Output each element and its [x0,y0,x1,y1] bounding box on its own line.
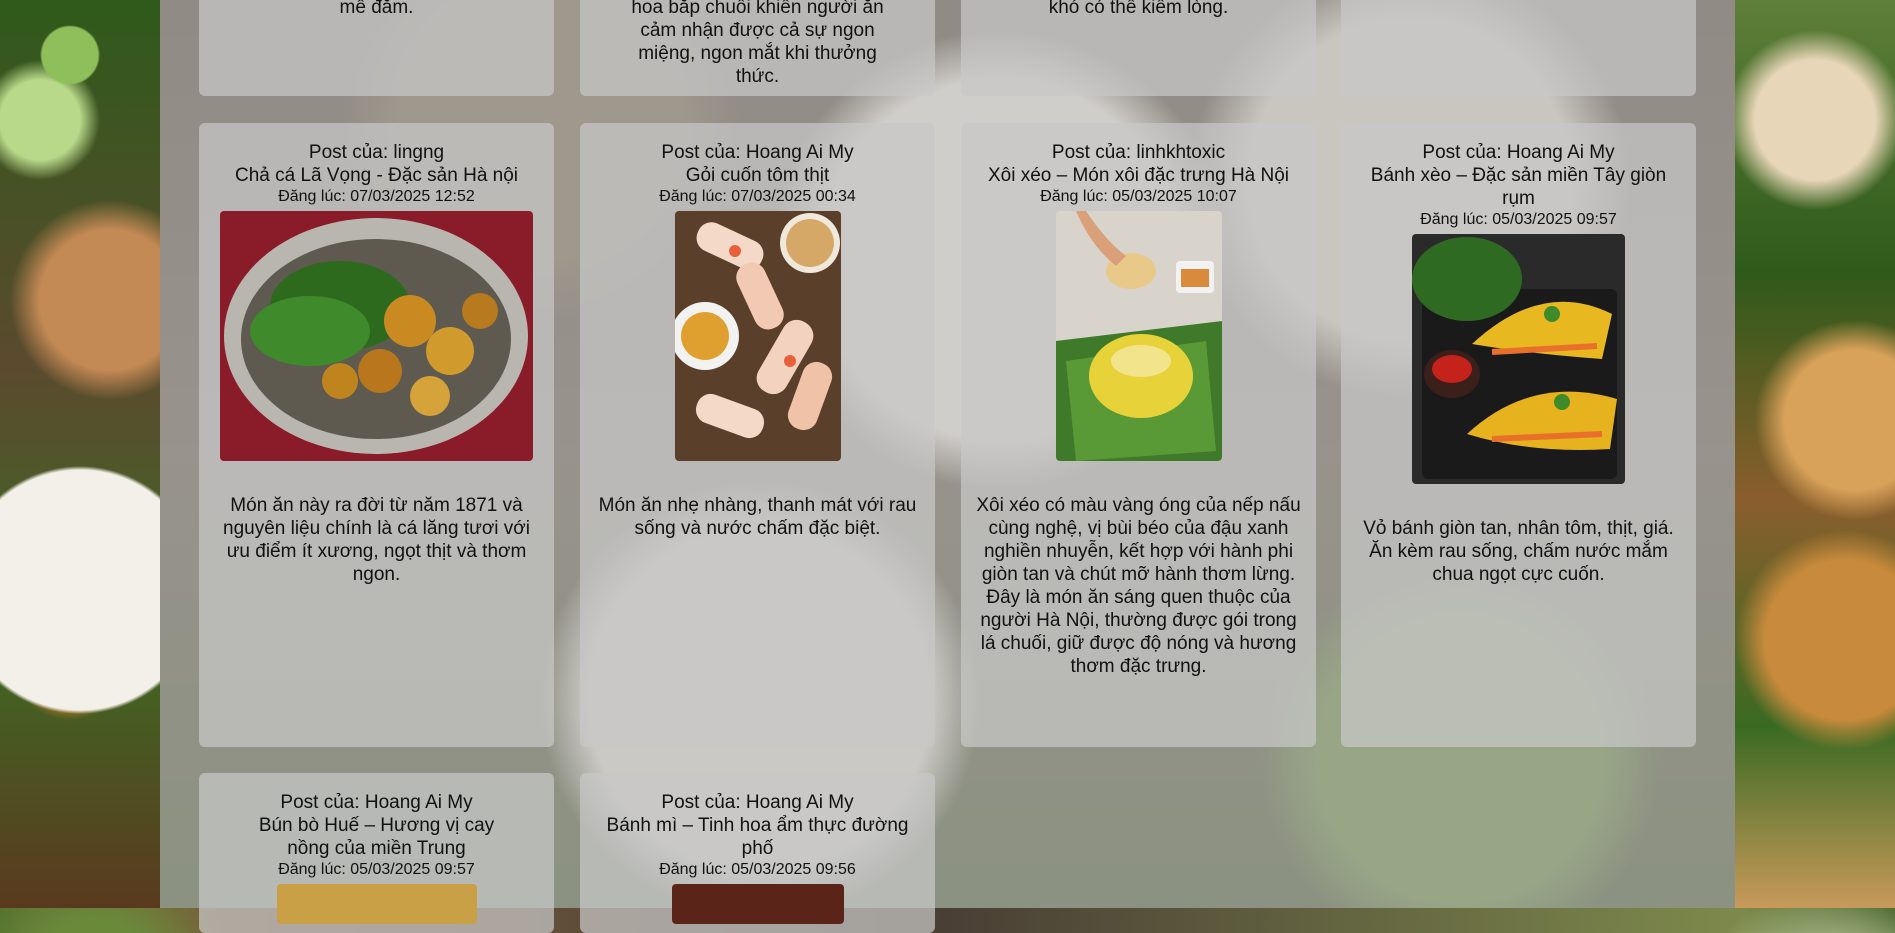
post-author: Post của: lingng [308,142,445,163]
post-date: Đăng lúc: 05/03/2025 09:56 [659,861,856,878]
post-card[interactable]: Post của: linhkhtoxic Xôi xéo – Món xôi … [961,123,1316,747]
post-author: Post của: Hoang Ai My [1422,142,1615,163]
post-description: hoa bắp chuối khiến người ăn cảm nhận đư… [631,0,884,87]
post-description: Xôi xéo có màu vàng óng của nếp nấu cùng… [976,495,1301,677]
post-author: Post của: linhkhtoxic [1051,142,1226,163]
post-description: khó có thể kiềm lòng. [1048,0,1229,18]
post-date: Đăng lúc: 05/03/2025 09:57 [1420,211,1617,228]
bun-bo-hue-image[interactable] [276,884,477,924]
xoi-xeo-image[interactable] [1055,211,1222,461]
post-card[interactable]: Post của: Hoang Ai My Bánh mì – Tinh hoa… [580,773,935,933]
spring-rolls-image[interactable] [674,211,841,461]
post-date: Đăng lúc: 07/03/2025 12:52 [278,188,475,205]
post-title[interactable]: Gỏi cuốn tôm thịt [580,164,935,187]
post-description: Vỏ bánh giòn tan, nhân tôm, thịt, giá. Ă… [1363,518,1674,585]
banh-mi-image[interactable] [671,884,844,924]
post-title[interactable]: Bánh mì – Tinh hoa ẩm thực đường phố [580,814,935,860]
post-author: Post của: Hoang Ai My [661,792,854,813]
post-description: mê đắm. [339,0,414,18]
background-food-left [0,0,160,908]
post-card[interactable]: Post của: Hoang Ai My Gỏi cuốn tôm thịt … [580,123,935,747]
post-card[interactable]: Post của: Hoang Ai My Bánh xèo – Đặc sản… [1341,123,1696,747]
post-card[interactable]: Post của: Hoang Ai My Bún bò Huế – Hương… [199,773,554,933]
post-title[interactable]: Bánh xèo – Đặc sản miền Tây giòn rụm [1341,164,1696,210]
post-card[interactable]: Post của: lingng Chả cá Lã Vọng - Đặc sả… [199,123,554,747]
post-description: Món ăn nhẹ nhàng, thanh mát với rau sống… [598,495,917,539]
post-description: Món ăn này ra đời từ năm 1871 và nguyên … [223,495,530,585]
banh-xeo-image[interactable] [1412,234,1625,484]
post-title[interactable]: Xôi xéo – Món xôi đặc trưng Hà Nội [961,164,1316,187]
background-food-right [1735,0,1895,908]
post-date: Đăng lúc: 05/03/2025 10:07 [1040,188,1237,205]
post-card[interactable]: khó có thể kiềm lòng. [961,0,1316,96]
post-card[interactable] [1341,0,1696,96]
post-card[interactable]: hoa bắp chuối khiến người ăn cảm nhận đư… [580,0,935,96]
cha-ca-pan-image[interactable] [220,211,533,461]
post-date: Đăng lúc: 05/03/2025 09:57 [278,861,475,878]
post-card[interactable]: mê đắm. [199,0,554,96]
post-author: Post của: Hoang Ai My [661,142,854,163]
post-author: Post của: Hoang Ai My [280,792,473,813]
post-title[interactable]: Bún bò Huế – Hương vị cay nồng của miền … [199,814,554,860]
post-title[interactable]: Chả cá Lã Vọng - Đặc sản Hà nội [199,164,554,187]
post-date: Đăng lúc: 07/03/2025 00:34 [659,188,856,205]
